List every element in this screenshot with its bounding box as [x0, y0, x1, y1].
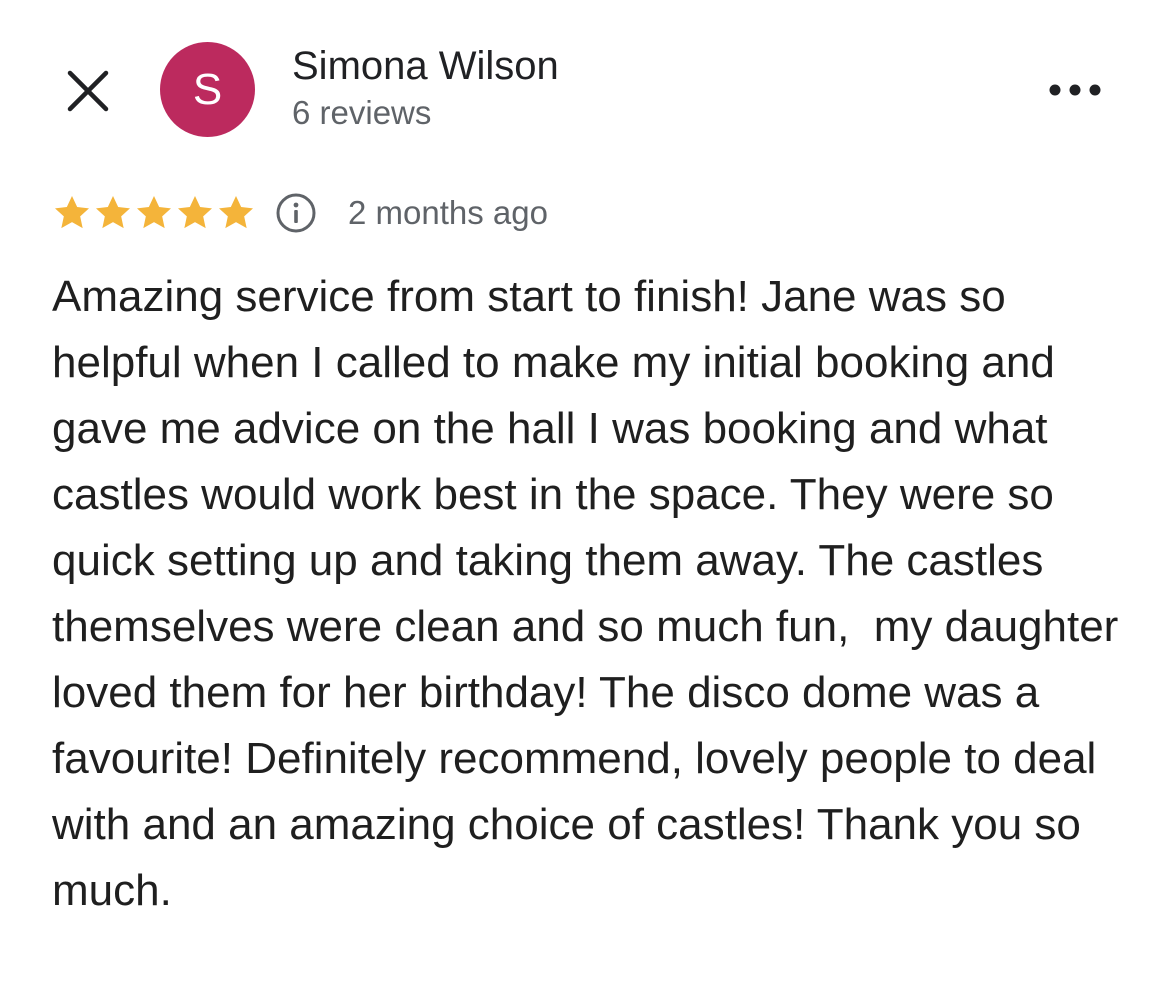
star-rating [52, 193, 257, 233]
star-icon [219, 196, 253, 229]
review-timestamp: 2 months ago [348, 194, 548, 231]
more-options-button[interactable] [1040, 68, 1110, 112]
close-icon [67, 70, 109, 112]
star-icon [96, 196, 130, 229]
star-icon [178, 196, 212, 229]
reviewer-name[interactable]: Simona Wilson [292, 44, 559, 89]
review-text: Amazing service from start to finish! Ja… [52, 272, 1131, 915]
more-horizontal-icon [1049, 84, 1101, 96]
info-button[interactable] [274, 191, 318, 235]
star-icon [137, 196, 171, 229]
star-icon [55, 196, 89, 229]
review-count: 6 reviews [292, 94, 432, 131]
avatar[interactable]: S [160, 42, 255, 137]
info-icon [276, 193, 316, 233]
rating-row: 2 months ago [52, 190, 548, 236]
close-button[interactable] [60, 63, 116, 119]
avatar-initial: S [192, 64, 223, 114]
